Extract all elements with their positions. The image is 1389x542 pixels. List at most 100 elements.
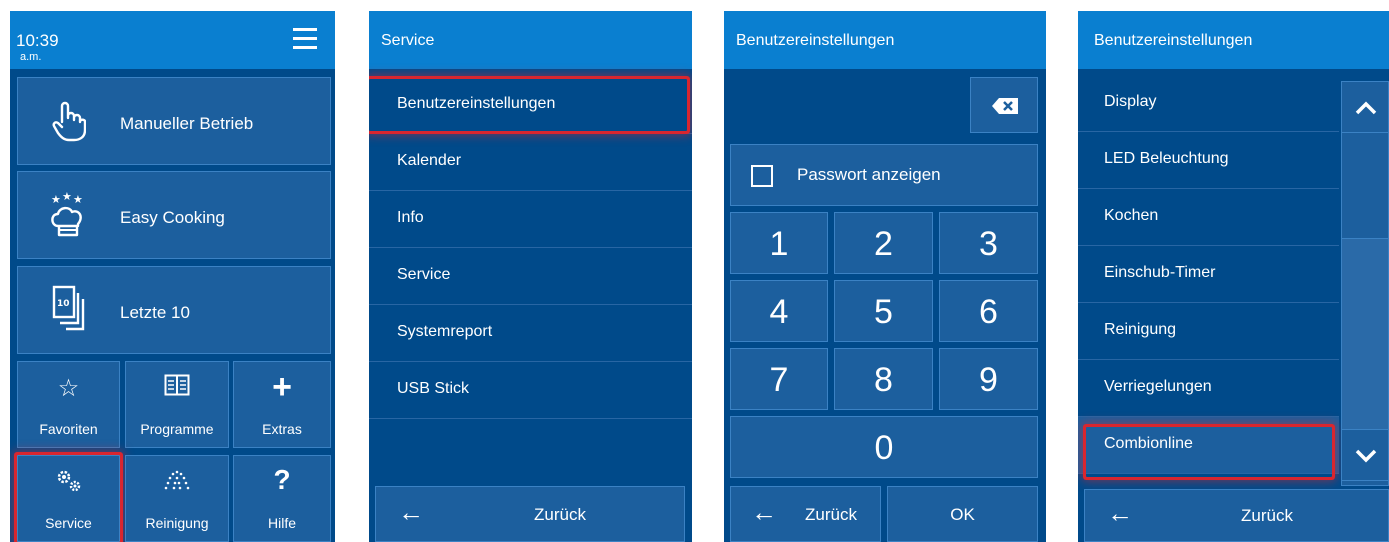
backspace-icon (992, 98, 1018, 114)
menu-item-label: Reinigung (1104, 321, 1177, 338)
menu-item-label: Info (397, 209, 424, 226)
menu-item-cooking[interactable]: Kochen (1078, 189, 1339, 246)
svg-text:10: 10 (57, 299, 70, 309)
menu-item-service[interactable]: Service (369, 248, 692, 305)
menu-item-label: Kochen (1104, 207, 1159, 224)
highlight-box (369, 79, 687, 131)
programs-label: Programme (140, 421, 214, 437)
service-label: Service (45, 515, 92, 531)
menu-item-label: Kalender (397, 152, 462, 169)
checkbox[interactable] (751, 165, 773, 187)
backspace-button[interactable] (970, 77, 1038, 133)
menu-item-label: USB Stick (397, 380, 470, 397)
menu-item-label: Display (1104, 93, 1157, 110)
key-8[interactable]: 8 (834, 348, 933, 410)
svg-text:★: ★ (73, 193, 83, 206)
book-icon (126, 374, 228, 403)
extras-tile[interactable]: + Extras (233, 361, 331, 448)
user-settings-header: Benutzereinstellungen (1078, 11, 1389, 69)
chevron-up-icon (1355, 101, 1377, 115)
last-10-label: Letzte 10 (120, 303, 190, 322)
chef-hat-icon: ★ ★ ★ (46, 190, 90, 245)
home-screen: 10:39 a.m. Manueller Betrieb ★ ★ ★ Easy … (10, 11, 335, 542)
chevron-down-icon (1355, 449, 1377, 463)
svg-text:★: ★ (62, 192, 72, 203)
back-button[interactable]: ← Zurück (375, 486, 685, 542)
key-0[interactable]: 0 (730, 416, 1038, 478)
arrow-left-icon: ← (398, 497, 424, 527)
menu-item-usb-stick[interactable]: USB Stick (369, 362, 692, 419)
menu-item-label: Systemreport (397, 323, 493, 340)
back-label: Zurück (805, 505, 857, 524)
cleaning-tile[interactable]: Reinigung (125, 455, 229, 542)
svg-text:★: ★ (51, 193, 61, 206)
clock-ampm: a.m. (20, 51, 42, 63)
help-label: Hilfe (267, 515, 296, 531)
highlight-box (1086, 427, 1332, 477)
menu-item-calendar[interactable]: Kalender (369, 134, 692, 191)
menu-item-display[interactable]: Display (1078, 75, 1339, 132)
clock-time: 10:39 (16, 31, 59, 50)
programs-tile[interactable]: Programme (125, 361, 229, 448)
password-screen: Benutzereinstellungen Passwort anzeigen … (724, 11, 1046, 542)
key-5[interactable]: 5 (834, 280, 933, 342)
last-10-tile[interactable]: 10 Letzte 10 (17, 266, 331, 354)
ok-label: OK (950, 505, 975, 524)
menu-item-label: Verriegelungen (1104, 378, 1212, 395)
page-title: Service (381, 32, 435, 49)
easy-cooking-label: Easy Cooking (120, 208, 225, 227)
key-6[interactable]: 6 (939, 280, 1038, 342)
key-1[interactable]: 1 (730, 212, 828, 274)
key-9[interactable]: 9 (939, 348, 1038, 410)
recent-cards-icon: 10 (52, 285, 86, 336)
manual-mode-tile[interactable]: Manueller Betrieb (17, 77, 331, 165)
page-title: Benutzereinstellungen (1094, 32, 1253, 49)
key-3[interactable]: 3 (939, 212, 1038, 274)
arrow-left-icon: ← (751, 497, 777, 527)
menu-item-label: Service (397, 266, 451, 283)
extras-label: Extras (262, 421, 302, 437)
show-password-label: Passwort anzeigen (797, 165, 941, 184)
key-4[interactable]: 4 (730, 280, 828, 342)
hand-pointer-icon (52, 100, 87, 147)
spray-icon (126, 468, 228, 499)
gears-icon (18, 468, 119, 501)
back-button[interactable]: ← Zurück (730, 486, 881, 542)
menu-item-system-report[interactable]: Systemreport (369, 305, 692, 362)
scroll-down-button[interactable] (1341, 429, 1389, 481)
show-password-toggle[interactable]: Passwort anzeigen (730, 144, 1038, 206)
back-button[interactable]: ← Zurück (1084, 489, 1389, 542)
back-label: Zurück (1241, 506, 1293, 525)
menu-item-rack-timer[interactable]: Einschub-Timer (1078, 246, 1339, 303)
menu-item-led-lighting[interactable]: LED Beleuchtung (1078, 132, 1339, 189)
arrow-left-icon: ← (1107, 498, 1133, 528)
password-header: Benutzereinstellungen (724, 11, 1046, 69)
favorites-label: Favoriten (39, 421, 98, 437)
back-label: Zurück (534, 505, 586, 524)
menu-item-label: Einschub-Timer (1104, 264, 1216, 281)
manual-mode-label: Manueller Betrieb (120, 114, 254, 133)
scroll-up-button[interactable] (1341, 81, 1389, 133)
menu-item-locks[interactable]: Verriegelungen (1078, 360, 1339, 417)
home-header: 10:39 a.m. (10, 11, 335, 69)
easy-cooking-tile[interactable]: ★ ★ ★ Easy Cooking (17, 171, 331, 259)
cleaning-label: Reinigung (145, 515, 209, 531)
help-tile[interactable]: ? Hilfe (233, 455, 331, 542)
question-icon: ? (273, 464, 291, 495)
ok-button[interactable]: OK (887, 486, 1038, 542)
service-tile[interactable]: Service (17, 455, 120, 542)
key-7[interactable]: 7 (730, 348, 828, 410)
menu-item-cleaning[interactable]: Reinigung (1078, 303, 1339, 360)
favorites-tile[interactable]: ☆ Favoriten (17, 361, 120, 448)
menu-item-info[interactable]: Info (369, 191, 692, 248)
key-2[interactable]: 2 (834, 212, 933, 274)
hamburger-icon[interactable] (293, 28, 317, 49)
scrollbar-thumb[interactable] (1342, 238, 1388, 435)
star-icon: ☆ (57, 375, 80, 402)
plus-icon: + (272, 368, 292, 406)
user-settings-screen: Benutzereinstellungen Display LED Beleuc… (1078, 11, 1389, 542)
menu-item-label: LED Beleuchtung (1104, 150, 1229, 167)
page-title: Benutzereinstellungen (736, 32, 895, 49)
service-header: Service (369, 11, 692, 69)
scrollbar-track[interactable] (1341, 81, 1389, 486)
